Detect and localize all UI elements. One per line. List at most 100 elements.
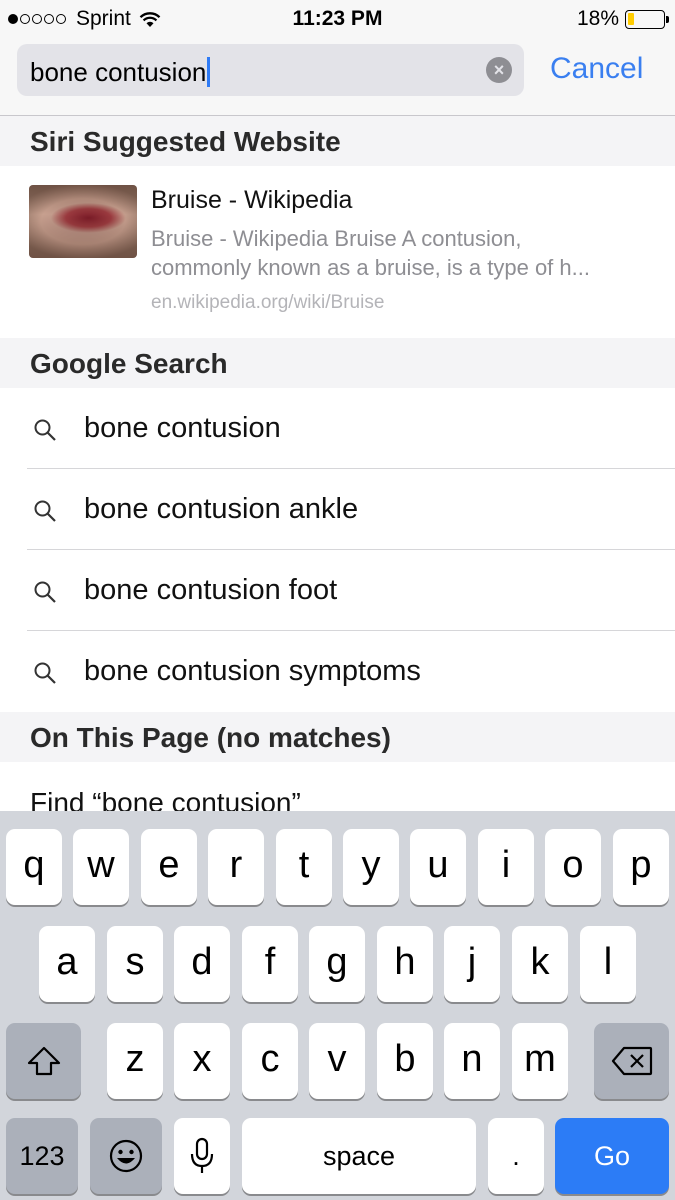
key-x[interactable]: x xyxy=(174,1023,230,1099)
backspace-icon xyxy=(611,1046,652,1076)
key-label: f xyxy=(264,941,276,983)
key-label: w xyxy=(87,844,115,886)
section-title: On This Page (no matches) xyxy=(30,722,391,753)
key-t[interactable]: t xyxy=(276,829,332,905)
key-i[interactable]: i xyxy=(478,829,534,905)
search-icon xyxy=(34,581,56,603)
key-label: e xyxy=(158,844,180,886)
key-n[interactable]: n xyxy=(444,1023,500,1099)
key-o[interactable]: o xyxy=(545,829,601,905)
suggestion-label: bone contusion symptoms xyxy=(84,655,421,687)
section-header-siri: Siri Suggested Website xyxy=(0,116,675,166)
thumbnail-shading xyxy=(29,185,137,258)
key-label: q xyxy=(23,844,45,886)
numbers-key-label: 123 xyxy=(19,1141,65,1171)
search-icon xyxy=(34,500,56,522)
key-y[interactable]: y xyxy=(343,829,399,905)
find-label: Find “bone contusion” xyxy=(30,787,301,813)
search-suggestion[interactable]: bone contusion ankle xyxy=(0,469,675,550)
search-icon xyxy=(34,419,56,441)
period-key-label: . xyxy=(512,1141,520,1171)
key-label: m xyxy=(524,1038,556,1080)
keyboard: q w e r t y u i o p a s d f g h j k l z … xyxy=(0,811,675,1200)
suggestion-label: bone contusion ankle xyxy=(84,493,359,525)
delete-key[interactable] xyxy=(594,1023,669,1099)
space-key-label: space xyxy=(322,1141,396,1171)
key-l[interactable]: l xyxy=(580,926,636,1002)
key-k[interactable]: k xyxy=(512,926,568,1002)
key-label: s xyxy=(125,941,145,983)
battery-level xyxy=(628,12,634,25)
key-label: c xyxy=(260,1038,280,1080)
battery-percent: 18% xyxy=(576,7,619,30)
search-suggestion[interactable]: bone contusion symptoms xyxy=(0,631,675,712)
battery-icon xyxy=(625,9,669,29)
key-label: z xyxy=(125,1038,145,1080)
section-title: Siri Suggested Website xyxy=(30,126,341,157)
key-j[interactable]: j xyxy=(444,926,500,1002)
search-input[interactable]: bone contusion × xyxy=(17,44,524,96)
emoji-key[interactable] xyxy=(90,1118,162,1194)
search-suggestion[interactable]: bone contusion foot xyxy=(0,550,675,631)
key-w[interactable]: w xyxy=(73,829,129,905)
suggestion-label: bone contusion foot xyxy=(84,574,338,606)
key-c[interactable]: c xyxy=(242,1023,298,1099)
key-d[interactable]: d xyxy=(174,926,230,1002)
result-description: Bruise - Wikipedia Bruise A contusion, c… xyxy=(151,224,656,282)
status-bar: Sprint 11:23 PM 18% xyxy=(0,0,675,36)
key-v[interactable]: v xyxy=(309,1023,365,1099)
key-q[interactable]: q xyxy=(6,829,62,905)
period-key[interactable]: . xyxy=(488,1118,544,1194)
key-u[interactable]: u xyxy=(410,829,466,905)
go-key[interactable]: Go xyxy=(555,1118,669,1194)
key-label: o xyxy=(562,844,584,886)
key-label: b xyxy=(394,1038,416,1080)
key-f[interactable]: f xyxy=(242,926,298,1002)
key-label: a xyxy=(56,941,78,983)
result-url: en.wikipedia.org/wiki/Bruise xyxy=(151,292,385,313)
shift-key[interactable] xyxy=(6,1023,81,1099)
key-label: t xyxy=(298,844,310,886)
key-label: d xyxy=(191,941,213,983)
key-label: y xyxy=(361,844,381,886)
key-label: r xyxy=(229,844,243,886)
key-label: n xyxy=(461,1038,483,1080)
key-label: l xyxy=(603,941,613,983)
dictation-key[interactable] xyxy=(174,1118,230,1194)
key-z[interactable]: z xyxy=(107,1023,163,1099)
key-label: g xyxy=(326,941,348,983)
key-m[interactable]: m xyxy=(512,1023,568,1099)
key-s[interactable]: s xyxy=(107,926,163,1002)
search-query[interactable]: bone contusion xyxy=(30,57,211,88)
microphone-icon xyxy=(190,1137,214,1173)
key-label: i xyxy=(501,844,511,886)
siri-suggested-result[interactable]: Bruise - Wikipedia Bruise - Wikipedia Br… xyxy=(0,166,675,338)
status-right: 18% xyxy=(576,7,669,31)
search-query-text: bone contusion xyxy=(30,57,207,87)
clear-icon[interactable]: × xyxy=(486,57,512,83)
go-key-label: Go xyxy=(593,1141,631,1171)
numbers-key[interactable]: 123 xyxy=(6,1118,78,1194)
search-header: bone contusion × Cancel xyxy=(0,36,675,116)
find-on-page-item[interactable]: Find “bone contusion” xyxy=(0,763,675,813)
bruise-thumbnail xyxy=(29,185,137,258)
key-b[interactable]: b xyxy=(377,1023,433,1099)
suggestion-label: bone contusion xyxy=(84,412,281,444)
key-r[interactable]: r xyxy=(208,829,264,905)
key-label: v xyxy=(327,1038,347,1080)
text-caret xyxy=(207,57,211,87)
result-title: Bruise - Wikipedia xyxy=(151,186,353,214)
shift-icon xyxy=(27,1046,60,1076)
battery-cap xyxy=(666,15,669,23)
section-header-on-this-page: On This Page (no matches) xyxy=(0,712,675,762)
key-p[interactable]: p xyxy=(613,829,669,905)
cancel-button[interactable]: Cancel xyxy=(550,52,643,86)
key-a[interactable]: a xyxy=(39,926,95,1002)
key-label: j xyxy=(467,941,477,983)
key-e[interactable]: e xyxy=(141,829,197,905)
key-g[interactable]: g xyxy=(309,926,365,1002)
space-key[interactable]: space xyxy=(242,1118,476,1194)
search-suggestion[interactable]: bone contusion xyxy=(0,388,675,469)
key-h[interactable]: h xyxy=(377,926,433,1002)
section-title: Google Search xyxy=(30,348,228,379)
